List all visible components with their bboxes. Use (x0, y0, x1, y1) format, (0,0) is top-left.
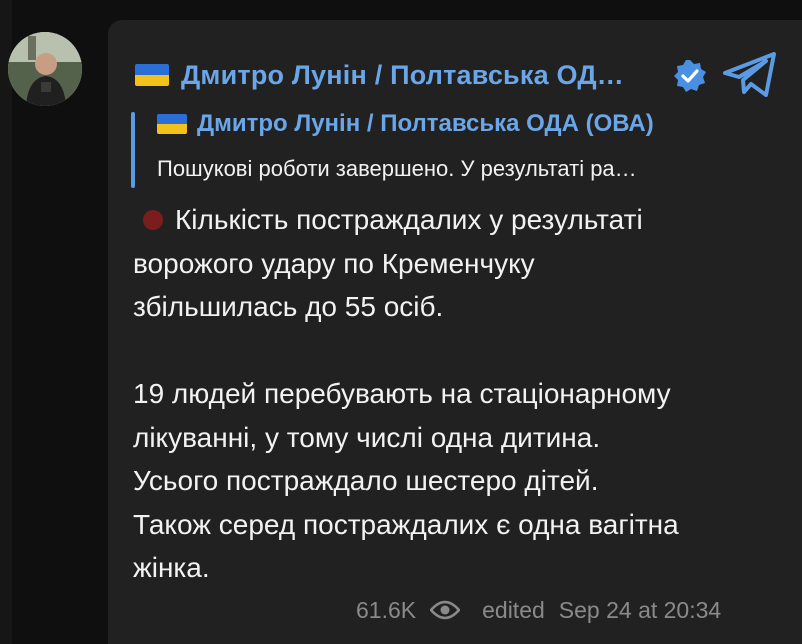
message-line: Кількість постраждалих у результаті (133, 198, 773, 242)
reply-quote[interactable]: Дмитро Лунін / Полтавська ОДА (ОВА) Пошу… (131, 108, 771, 188)
ukraine-flag-icon (157, 114, 187, 134)
message-header: Дмитро Лунін / Полтавська ОД… (135, 52, 624, 98)
verified-badge-icon (674, 60, 706, 92)
channel-name[interactable]: Дмитро Лунін / Полтавська ОД… (181, 60, 624, 91)
timestamp[interactable]: Sep 24 at 20:34 (559, 597, 721, 624)
reply-accent-bar (131, 112, 135, 188)
message-line: ворожого удару по Кременчуку (133, 247, 535, 279)
view-count: 61.6K (356, 596, 417, 623)
avatar-photo (8, 32, 82, 106)
message-line: збільшилась до 55 осіб. (133, 291, 444, 322)
ukraine-flag-icon (135, 64, 169, 86)
telegram-logo-icon[interactable] (722, 52, 778, 98)
red-circle-icon (143, 210, 163, 230)
eye-icon (430, 600, 461, 620)
message-line: Також серед постраждалих є одна вагітна (133, 508, 679, 540)
message-line: 19 людей перебувають на стаціонарному (133, 378, 671, 409)
message-text: Кількість постраждалих у результаті воро… (133, 198, 773, 590)
message-line: лікуванні, у тому числі одна дитина. (133, 421, 601, 453)
telegram-post-screen: Дмитро Лунін / Полтавська ОД… Дмитро Лун… (0, 0, 802, 644)
chat-background-pattern (0, 0, 12, 644)
reply-title: Дмитро Лунін / Полтавська ОДА (ОВА) (157, 110, 654, 138)
edited-label: edited (482, 596, 545, 623)
message-meta: 61.6K edited Sep 24 at 20:34 (356, 594, 721, 626)
reply-author: Дмитро Лунін / Полтавська ОДА (ОВА) (197, 110, 654, 137)
message-line: жінка. (133, 552, 210, 583)
channel-avatar[interactable] (8, 32, 82, 106)
message-line: Усього постраждало шестеро дітей. (133, 465, 599, 496)
reply-preview: Пошукові роботи завершено. У результаті … (157, 156, 637, 181)
